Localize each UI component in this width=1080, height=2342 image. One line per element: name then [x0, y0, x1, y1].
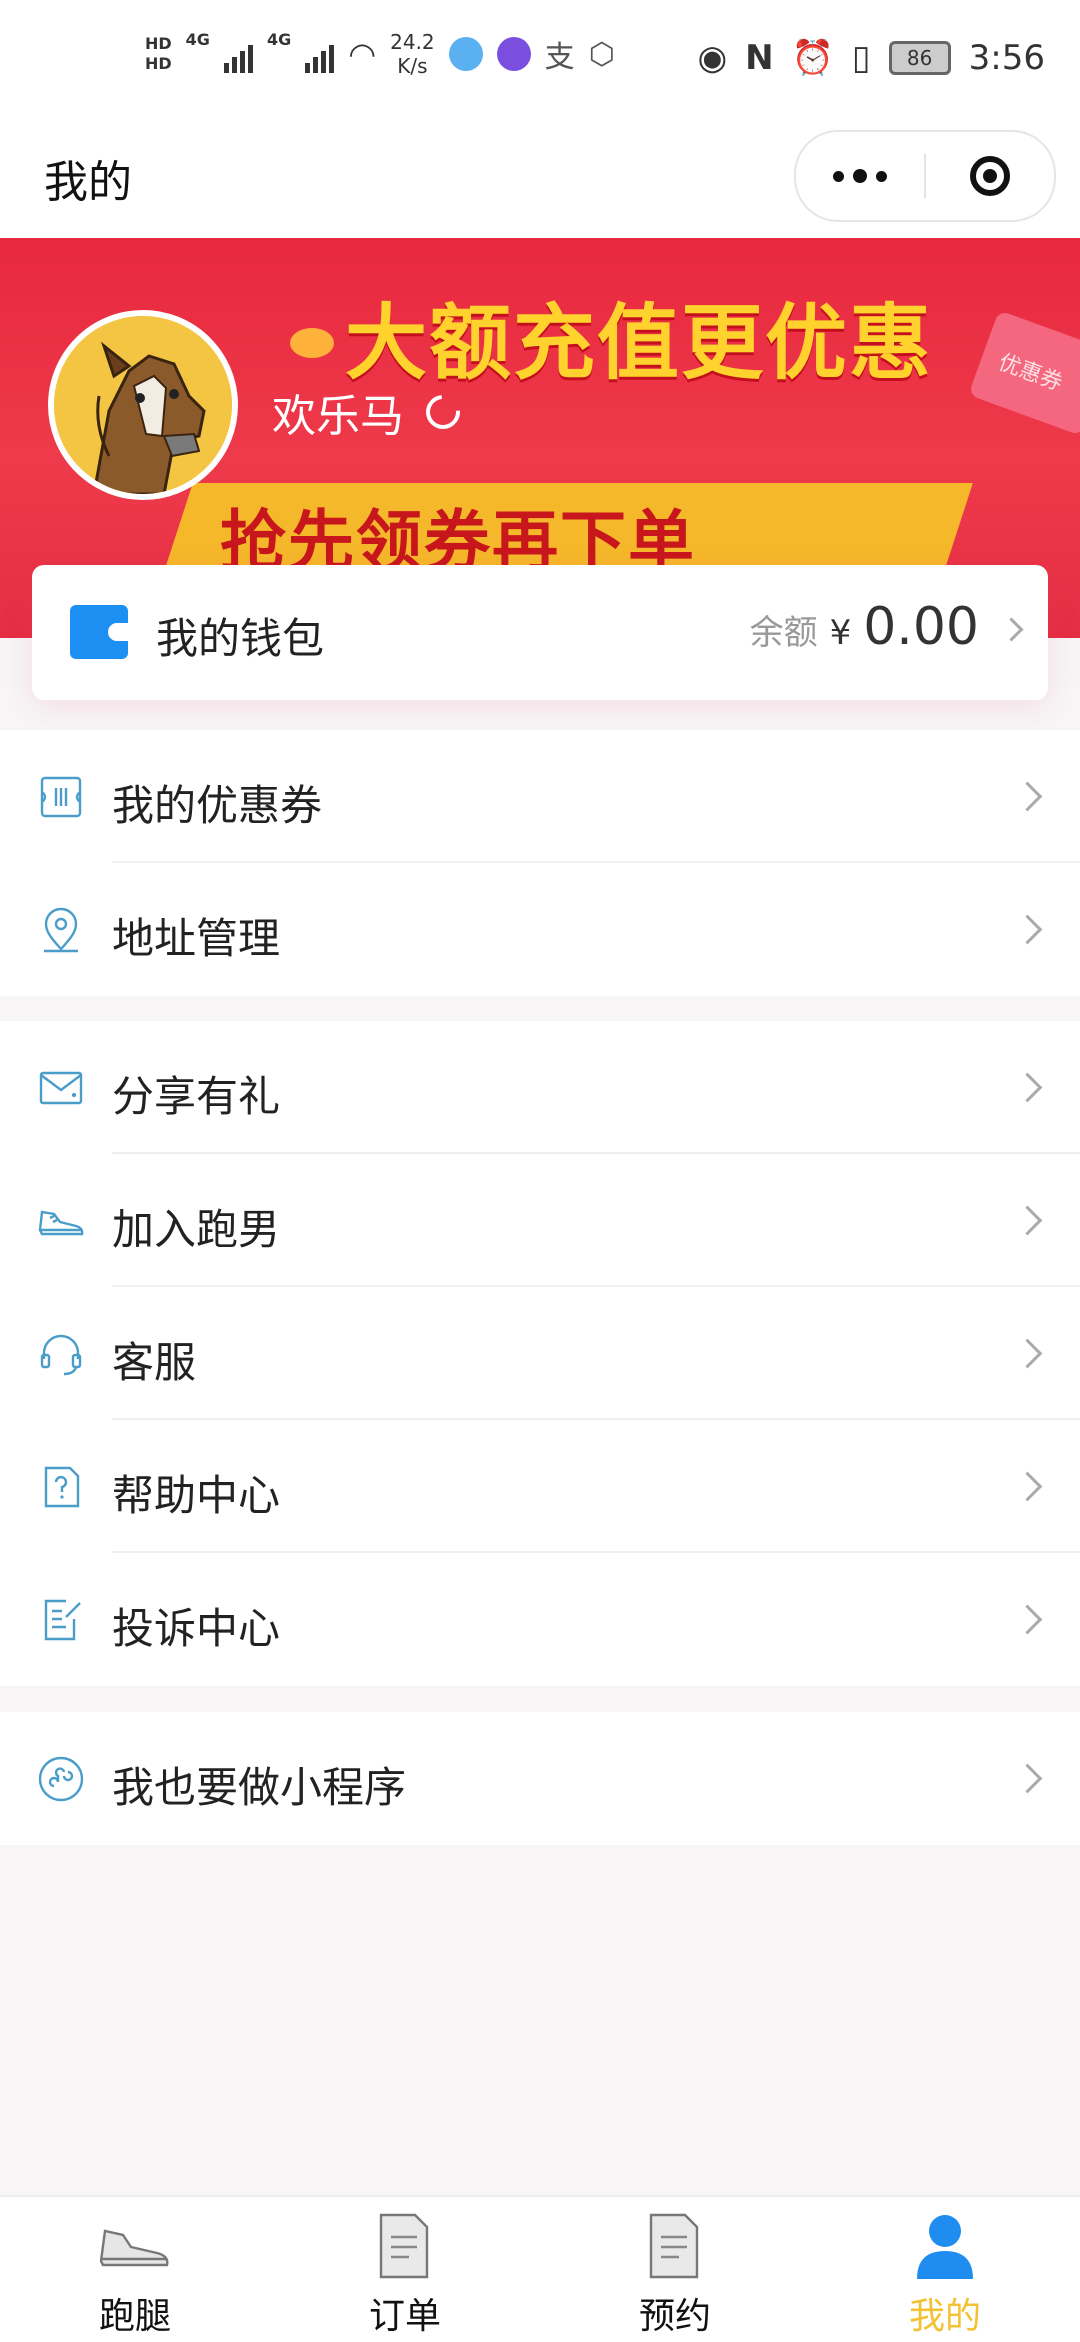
navigation-bar: 我的 [0, 110, 1080, 238]
mini-program-icon [38, 1756, 84, 1802]
envelope-icon [39, 1071, 83, 1105]
hd-icon: HD HD [145, 34, 172, 73]
coupon-icon [40, 776, 82, 818]
ticket-decoration: 优惠券 [968, 310, 1080, 436]
bottom-tab-bar: 跑腿 订单 预约 我的 [0, 2195, 1080, 2342]
signal-2-icon [305, 35, 335, 73]
more-dot-icon [853, 169, 867, 183]
chevron-right-icon [1012, 914, 1043, 945]
coin-decoration [290, 328, 334, 358]
menu-item-coupons[interactable]: 我的优惠券 [0, 730, 1080, 863]
chevron-right-icon [1012, 1338, 1043, 1369]
status-left: HD HD 4G 4G ◠ 24.2 K/s 支 ⬡ [145, 30, 615, 78]
currency-symbol: ¥ [829, 613, 852, 653]
wallet-icon [70, 605, 128, 659]
menu-item-address[interactable]: 地址管理 [0, 863, 1080, 996]
refresh-icon[interactable] [419, 388, 467, 436]
infinity-app-icon [496, 37, 531, 71]
clock-time: 3:56 [968, 38, 1045, 78]
status-right: ◉ N ⏰ ▯ 86 3:56 [697, 38, 1045, 78]
balance-amount: 0.00 [863, 597, 979, 657]
location-pin-icon [44, 907, 78, 953]
page-title: 我的 [44, 157, 132, 208]
menu-item-label: 分享有礼 [112, 1072, 281, 1121]
help-doc-icon [44, 1466, 80, 1508]
wallet-balance: 余额 ¥ 0.00 [749, 597, 1024, 657]
banner-headline: 大额充值更优惠 [345, 296, 934, 391]
battery-level: 86 [906, 46, 933, 70]
menu-item-label: 加入跑男 [112, 1205, 281, 1254]
balance-label: 余额 [749, 613, 818, 653]
user-icon [917, 2215, 973, 2279]
menu-item-customer-service[interactable]: 客服 [0, 1287, 1080, 1420]
tab-mine[interactable]: 我的 [810, 2197, 1080, 2342]
menu-item-share[interactable]: 分享有礼 [0, 1021, 1080, 1154]
network-2-label: 4G [266, 30, 292, 49]
app-notification-icon [448, 37, 483, 71]
menu-item-join-runner[interactable]: 加入跑男 [0, 1154, 1080, 1287]
menu-item-label: 客服 [112, 1338, 197, 1387]
signal-1-icon [223, 35, 253, 73]
wifi-icon: ◠ [348, 35, 377, 73]
menu-item-help-center[interactable]: 帮助中心 [0, 1420, 1080, 1553]
menu-item-label: 我也要做小程序 [112, 1763, 407, 1812]
wallet-card[interactable]: 我的钱包 余额 ¥ 0.00 [32, 565, 1048, 700]
close-button[interactable] [926, 156, 1054, 196]
tab-label: 我的 [908, 2296, 981, 2337]
more-dot-icon [876, 170, 887, 182]
chevron-right-icon [1012, 781, 1043, 812]
tab-errand[interactable]: 跑腿 [0, 2197, 270, 2342]
menu-item-label: 投诉中心 [112, 1604, 281, 1653]
menu-group-mini-program: 我也要做小程序 [0, 1712, 1080, 1845]
user-profile[interactable]: 欢乐马 [272, 380, 467, 444]
menu-item-create-mini-program[interactable]: 我也要做小程序 [0, 1712, 1080, 1845]
menu-item-label: 我的优惠券 [112, 781, 323, 830]
vibrate-icon: ▯ [851, 38, 871, 78]
battery-icon: 86 [888, 41, 951, 75]
tab-reservation[interactable]: 预约 [540, 2197, 810, 2342]
chevron-right-icon [1012, 1072, 1043, 1103]
alipay-icon: 支 [544, 40, 575, 75]
sneaker-icon [38, 1210, 84, 1236]
menu-group-account: 我的优惠券 地址管理 [0, 730, 1080, 996]
menu-item-label: 帮助中心 [112, 1471, 281, 1520]
horse-avatar-image [54, 316, 232, 494]
network-speed: 24.2 K/s [390, 30, 435, 78]
document-icon [379, 2213, 429, 2279]
nfc-icon: N [745, 38, 774, 78]
document-icon [649, 2213, 699, 2279]
mini-program-capsule [794, 130, 1056, 222]
headset-icon [40, 1334, 82, 1376]
target-icon [970, 156, 1010, 196]
eye-icon: ◉ [697, 38, 728, 78]
tab-label: 跑腿 [98, 2296, 171, 2337]
menu-item-label: 地址管理 [112, 914, 281, 963]
chevron-right-icon [1012, 1763, 1043, 1794]
network-1-label: 4G [185, 30, 210, 49]
chevron-right-icon [1012, 1471, 1043, 1502]
status-bar: HD HD 4G 4G ◠ 24.2 K/s 支 ⬡ ◉ N ⏰ ▯ 86 3:5… [0, 0, 1080, 110]
menu-item-complaint-center[interactable]: 投诉中心 [0, 1553, 1080, 1686]
ticket-text: 优惠券 [995, 350, 1066, 397]
speed-unit: K/s [397, 54, 428, 78]
menu-group-services: 分享有礼 加入跑男 客服 帮助中心 投诉中心 [0, 1021, 1080, 1686]
hand-icon: ⬡ [588, 36, 615, 72]
edit-doc-icon [44, 1599, 81, 1641]
tab-orders[interactable]: 订单 [270, 2197, 540, 2342]
tab-label: 订单 [368, 2296, 441, 2337]
alarm-icon: ⏰ [791, 38, 834, 78]
chevron-right-icon [1012, 1604, 1043, 1635]
chevron-right-icon [1012, 1205, 1043, 1236]
chevron-right-icon [999, 617, 1024, 642]
more-button[interactable] [796, 132, 924, 220]
sneaker-icon [99, 2229, 169, 2267]
wallet-label: 我的钱包 [156, 614, 325, 663]
more-dot-icon [833, 170, 844, 182]
avatar[interactable] [48, 310, 238, 500]
username: 欢乐马 [272, 391, 404, 442]
tab-label: 预约 [638, 2296, 711, 2337]
speed-value: 24.2 [390, 30, 435, 54]
